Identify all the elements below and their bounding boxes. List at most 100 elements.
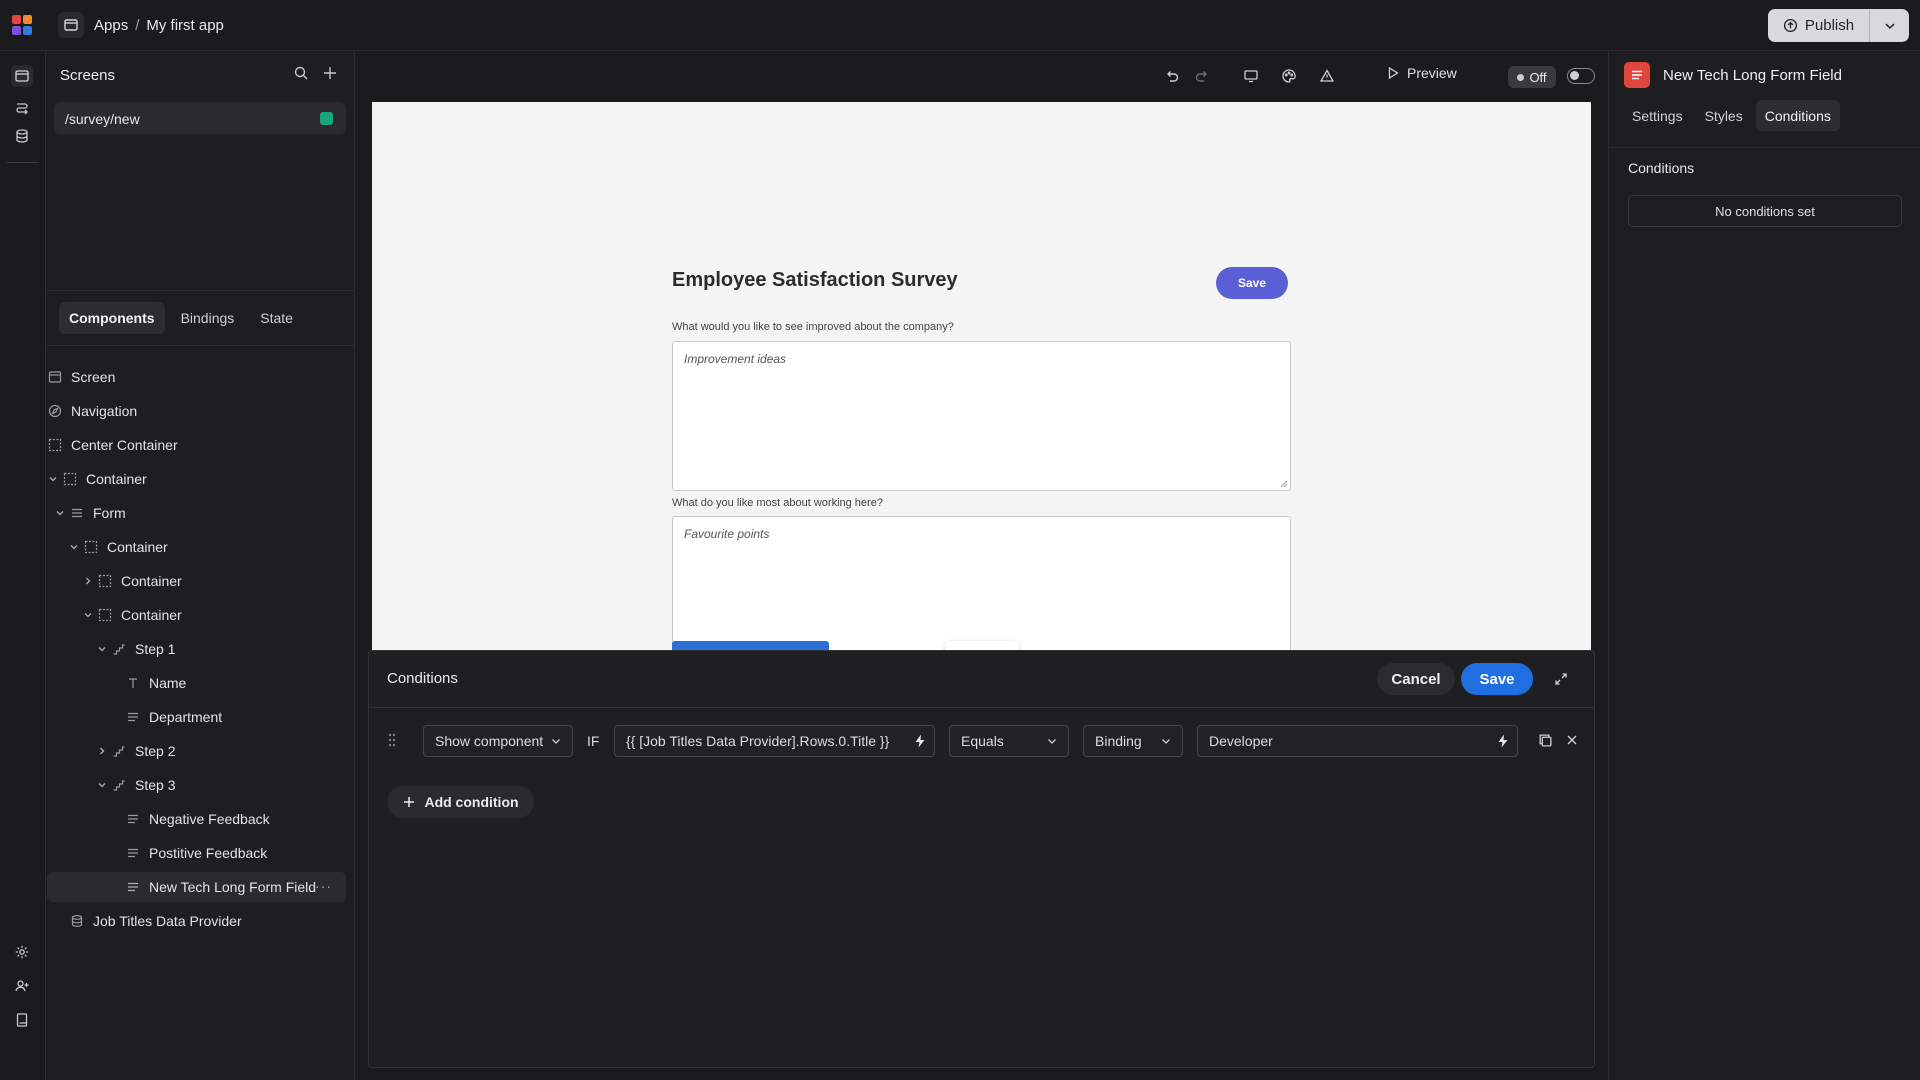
screen-item-survey-new[interactable]: /survey/new xyxy=(54,102,346,134)
workflows-nav-button[interactable] xyxy=(11,97,33,119)
value-type-select[interactable]: Binding xyxy=(1083,725,1183,757)
breadcrumb-current-app[interactable]: My first app xyxy=(146,17,224,34)
save-button[interactable]: Save xyxy=(1461,663,1533,695)
tree-item-negative-feedback[interactable]: Negative Feedback xyxy=(47,804,347,834)
tree-item-step-1[interactable]: Step 1 xyxy=(47,634,347,664)
publish-options-button[interactable] xyxy=(1870,9,1909,42)
search-screens-button[interactable] xyxy=(293,65,309,81)
drag-handle-icon[interactable] xyxy=(387,732,397,748)
container-icon xyxy=(83,539,99,555)
users-nav-button[interactable] xyxy=(11,975,33,997)
if-label: IF xyxy=(587,733,600,749)
operator-select[interactable]: Equals xyxy=(949,725,1069,757)
docs-nav-button[interactable] xyxy=(11,1009,33,1031)
redo-button[interactable] xyxy=(1191,65,1213,87)
warnings-button[interactable] xyxy=(1316,65,1338,87)
tab-components[interactable]: Components xyxy=(59,302,165,334)
app-logo[interactable] xyxy=(11,14,33,36)
tree-item-step-2[interactable]: Step 2 xyxy=(47,736,347,766)
textarea-placeholder: Improvement ideas xyxy=(684,352,787,366)
tree-item-container[interactable]: Container xyxy=(47,464,347,494)
properties-tabs: Settings Styles Conditions xyxy=(1623,100,1840,131)
tree-item-container[interactable]: Container xyxy=(47,566,347,596)
undo-button[interactable] xyxy=(1161,65,1183,87)
chevron-down-icon[interactable] xyxy=(96,644,108,654)
tree-item-container[interactable]: Container xyxy=(47,600,347,630)
add-screen-button[interactable] xyxy=(322,65,338,81)
tree-item-label: Name xyxy=(149,675,187,691)
text-field-icon xyxy=(125,675,141,691)
add-condition-button[interactable]: Add condition xyxy=(387,786,534,818)
chevron-down-icon[interactable] xyxy=(54,508,66,518)
form-progress-bar xyxy=(672,641,829,650)
tree-item-screen[interactable]: Screen xyxy=(47,362,347,392)
action-select[interactable]: Show component xyxy=(423,725,573,757)
theme-button[interactable] xyxy=(1278,65,1300,87)
tab-conditions[interactable]: Conditions xyxy=(1755,100,1840,131)
monitor-icon xyxy=(1244,70,1258,83)
tree-item-form[interactable]: Form xyxy=(47,498,347,528)
tree-item-new-tech-long-form-field[interactable]: New Tech Long Form Field ··· xyxy=(47,872,346,902)
screens-nav-button[interactable] xyxy=(11,65,33,87)
properties-divider xyxy=(1609,147,1920,148)
tree-item-name[interactable]: Name xyxy=(47,668,347,698)
tab-settings[interactable]: Settings xyxy=(1623,100,1692,131)
data-nav-button[interactable] xyxy=(11,125,33,147)
tree-item-navigation[interactable]: Navigation xyxy=(47,396,347,426)
cancel-button[interactable]: Cancel xyxy=(1377,663,1455,695)
step-icon xyxy=(111,743,127,759)
favourite-points-textarea[interactable]: Favourite points xyxy=(672,516,1291,650)
canvas-toolbar: Preview Off xyxy=(356,51,1607,101)
tree-item-label: Form xyxy=(93,505,126,521)
textarea-placeholder: Favourite points xyxy=(684,527,770,541)
navigation-icon xyxy=(47,403,63,419)
no-conditions-button[interactable]: No conditions set xyxy=(1628,195,1902,227)
preview-button[interactable]: Preview xyxy=(1386,65,1457,81)
tree-item-container[interactable]: Container xyxy=(47,532,347,562)
live-mode-label: Off xyxy=(1529,69,1547,85)
toggle-sidebar-button[interactable] xyxy=(58,12,84,38)
tree-item-positive-feedback[interactable]: Postitive Feedback xyxy=(47,838,347,868)
tree-item-job-titles-data-provider[interactable]: Job Titles Data Provider xyxy=(47,906,347,936)
properties-panel: New Tech Long Form Field Settings Styles… xyxy=(1608,51,1920,1080)
tree-item-department[interactable]: Department xyxy=(47,702,347,732)
chevron-down-icon[interactable] xyxy=(82,610,94,620)
settings-nav-button[interactable] xyxy=(11,941,33,963)
chevron-down-icon[interactable] xyxy=(68,542,80,552)
tab-styles[interactable]: Styles xyxy=(1696,100,1752,131)
chevron-down-icon[interactable] xyxy=(47,474,59,484)
warning-icon xyxy=(1319,69,1335,82)
improvement-ideas-textarea[interactable]: Improvement ideas xyxy=(672,341,1291,491)
book-icon xyxy=(16,1013,28,1027)
chevron-down-icon[interactable] xyxy=(96,780,108,790)
tree-item-step-3[interactable]: Step 3 xyxy=(47,770,347,800)
publish-button-group: Publish xyxy=(1768,9,1909,42)
live-mode-toggle[interactable] xyxy=(1567,68,1595,84)
tree-item-label: Container xyxy=(121,607,182,623)
component-type-badge xyxy=(1624,62,1650,88)
left-operand-input[interactable]: {{ [Job Titles Data Provider].Rows.0.Tit… xyxy=(614,725,935,757)
left-operand-value: {{ [Job Titles Data Provider].Rows.0.Tit… xyxy=(626,733,890,749)
chevron-right-icon[interactable] xyxy=(96,746,108,756)
more-options-icon[interactable]: ··· xyxy=(315,878,332,894)
publish-button[interactable]: Publish xyxy=(1768,9,1870,42)
chevron-right-icon[interactable] xyxy=(82,576,94,586)
step-icon xyxy=(111,777,127,793)
remove-condition-button[interactable] xyxy=(1565,733,1579,747)
tab-bindings[interactable]: Bindings xyxy=(171,302,245,334)
survey-save-button[interactable]: Save xyxy=(1216,267,1288,299)
duplicate-condition-button[interactable] xyxy=(1538,733,1553,748)
right-operand-input[interactable]: Developer xyxy=(1197,725,1518,757)
copy-icon xyxy=(1539,734,1552,747)
tree-item-label: Step 2 xyxy=(135,743,176,759)
tab-state[interactable]: State xyxy=(250,302,303,334)
breadcrumb-apps[interactable]: Apps xyxy=(94,17,128,34)
component-tabs: Components Bindings State xyxy=(59,302,303,334)
tree-item-label: Step 3 xyxy=(135,777,176,793)
tree-item-center-container[interactable]: Center Container xyxy=(47,430,347,460)
operator-select-value: Equals xyxy=(961,733,1004,749)
live-mode-status[interactable]: Off xyxy=(1508,66,1556,88)
screens-icon xyxy=(15,70,29,82)
expand-editor-button[interactable] xyxy=(1551,669,1571,689)
device-preview-button[interactable] xyxy=(1240,65,1262,87)
